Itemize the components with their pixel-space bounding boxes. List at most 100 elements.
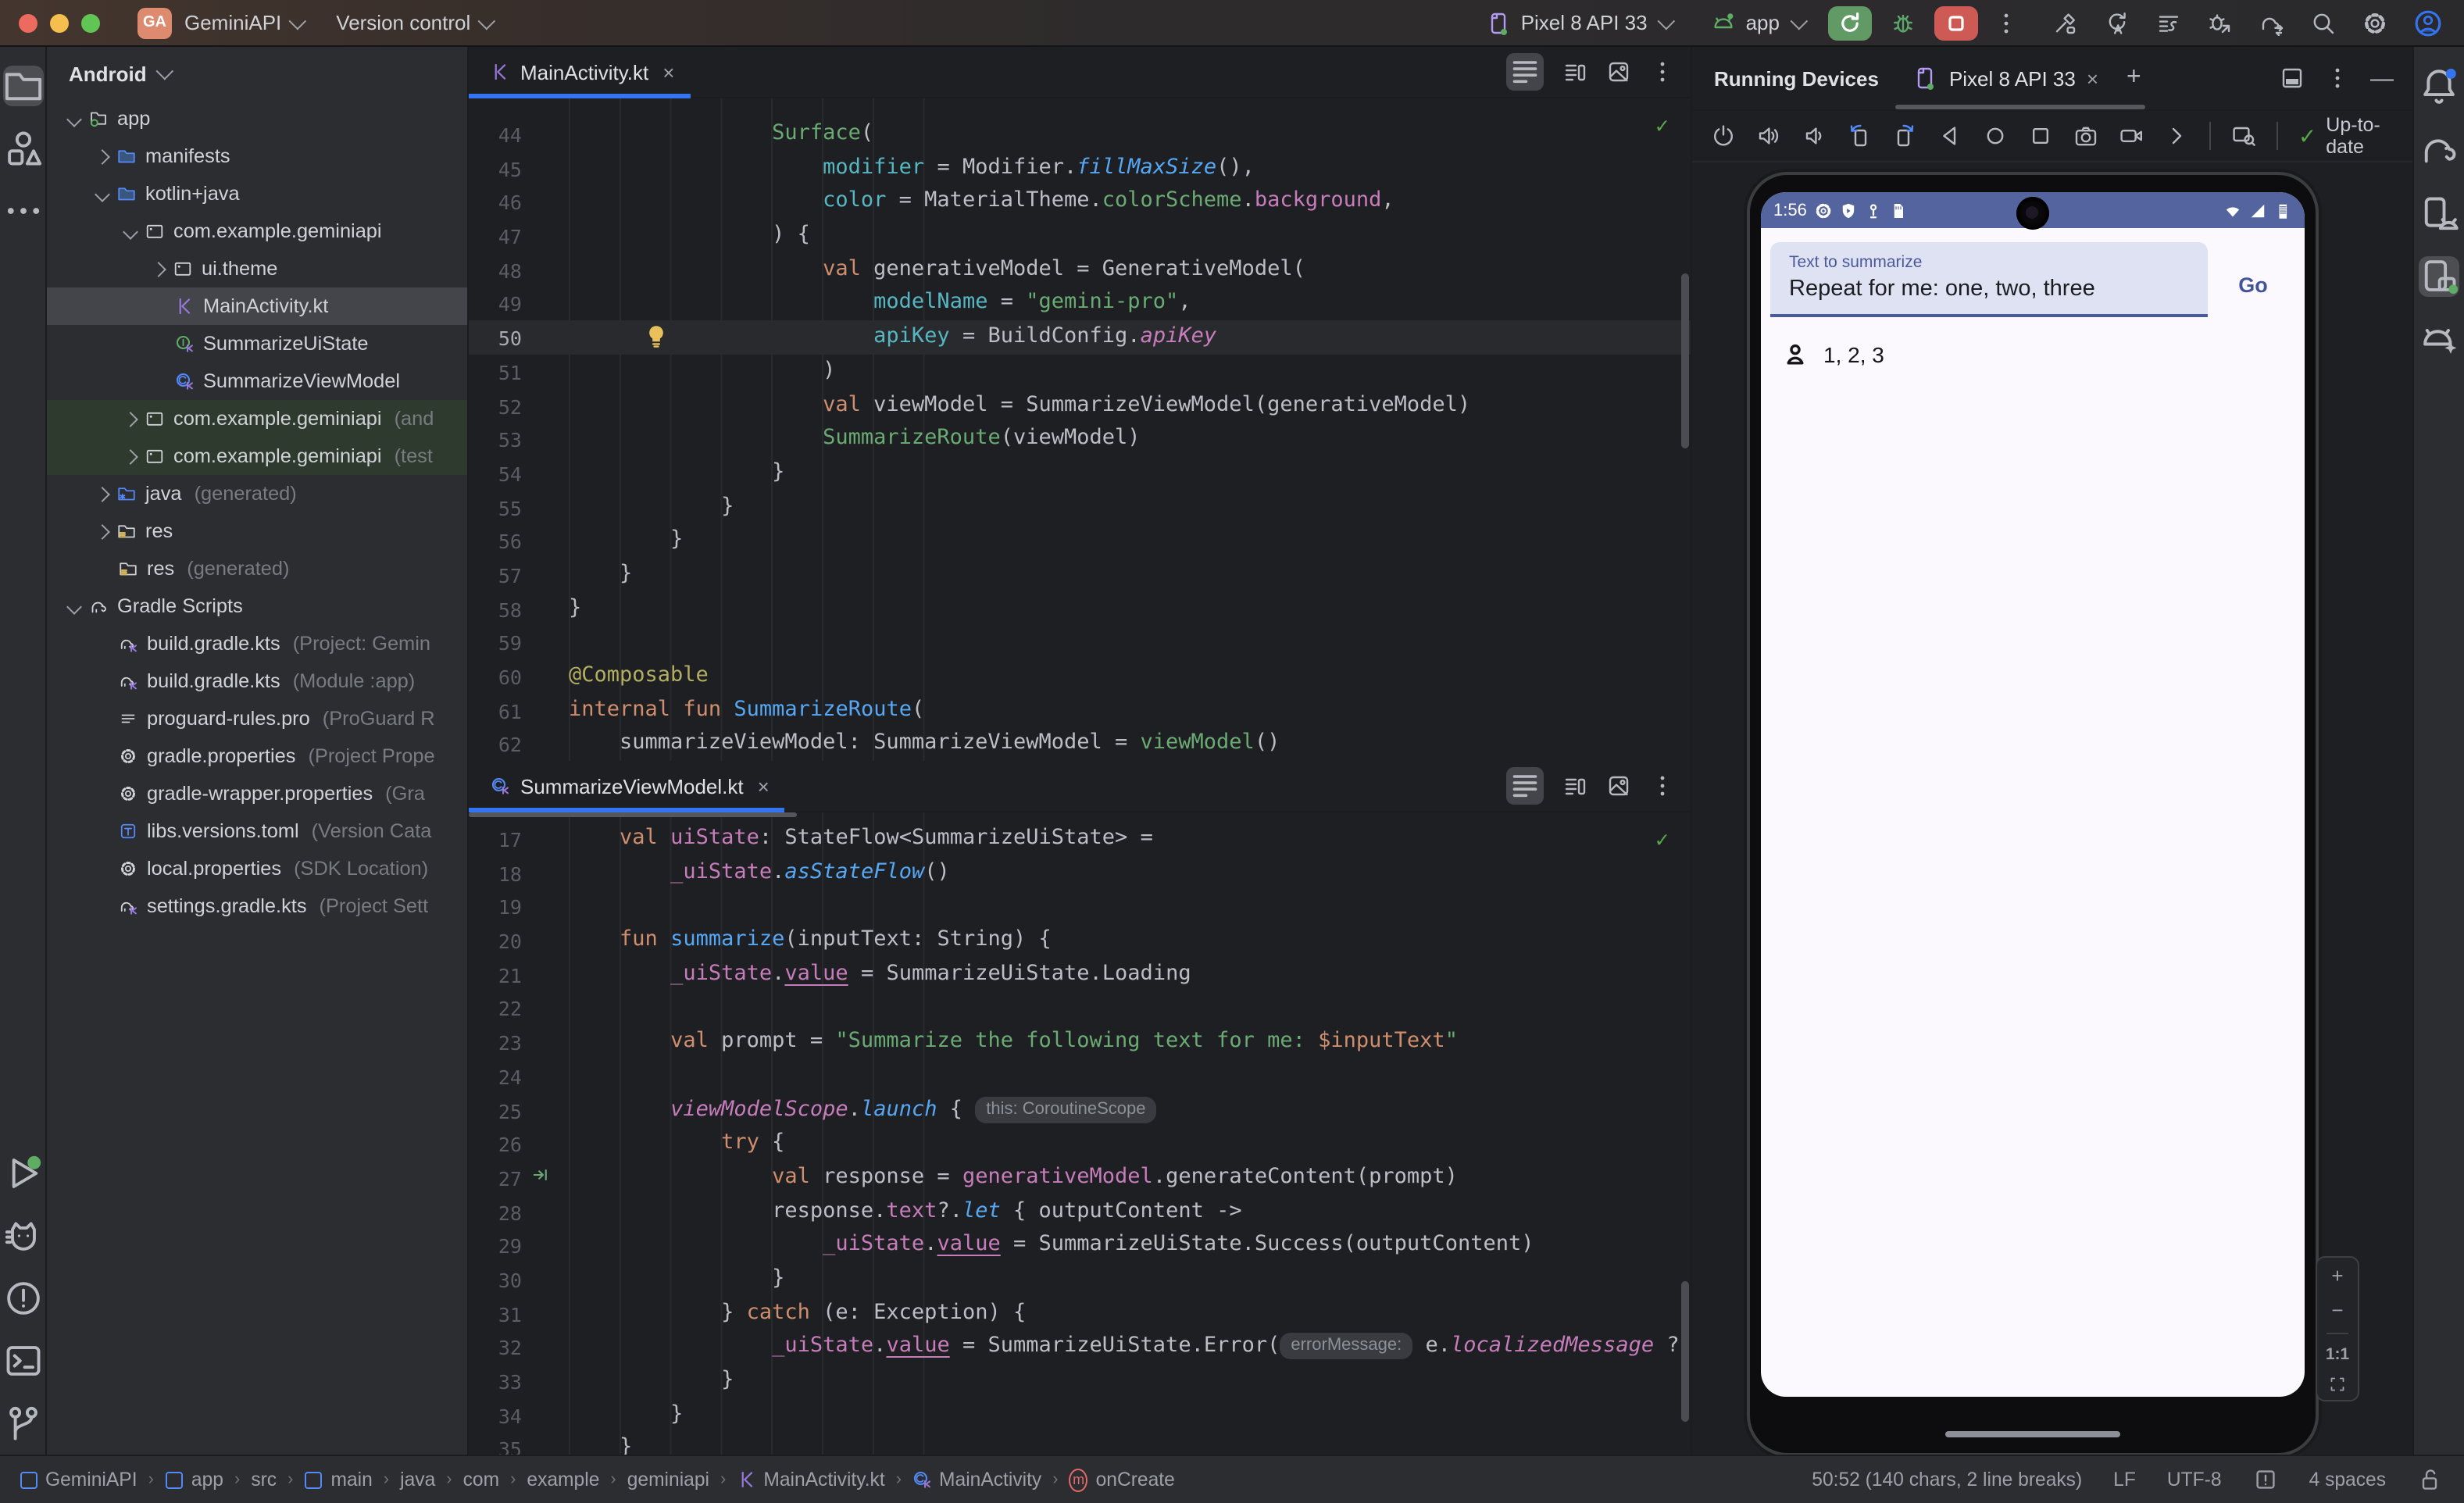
code-line[interactable]: 58}	[469, 591, 1691, 625]
editor-scrollbar[interactable]	[1681, 273, 1689, 448]
breadcrumb-item[interactable]: src	[251, 1469, 277, 1491]
tree-item[interactable]: java(generated)	[47, 475, 467, 512]
breadcrumb-item[interactable]: java	[400, 1469, 435, 1491]
breadcrumb-item[interactable]: geminiapi	[627, 1469, 709, 1491]
code-line[interactable]: 50 apiKey = BuildConfig.apiKey	[469, 320, 1691, 354]
run-configuration-selector[interactable]: app	[1712, 10, 1803, 35]
home-icon[interactable]	[1983, 123, 2008, 148]
chevron-down-icon[interactable]	[66, 111, 82, 127]
code-line[interactable]: 45 modifier = Modifier.fillMaxSize(),	[469, 151, 1691, 184]
macos-minimize-button[interactable]	[50, 13, 69, 32]
stripe-device-manager[interactable]	[2419, 194, 2459, 234]
inspections-ok-icon[interactable]: ✓	[1655, 111, 1669, 145]
attach-debugger-icon[interactable]	[2208, 10, 2233, 35]
editor-hscrollbar[interactable]	[469, 812, 797, 817]
tree-item[interactable]: com.example.geminiapi(test	[47, 437, 467, 475]
phone-screen[interactable]: 1:56 Text to summarize Repeat for me: on…	[1761, 192, 2305, 1397]
vol-down-icon[interactable]	[1802, 123, 1827, 148]
more-actions-kebab-icon[interactable]	[1994, 10, 2019, 35]
rerun-button[interactable]	[1828, 5, 1872, 40]
stripe-more-dots[interactable]	[2, 191, 43, 231]
code-line[interactable]: 60@Composable	[469, 659, 1691, 693]
code-line[interactable]: 22	[469, 991, 1691, 1025]
rotate-right-icon[interactable]	[1892, 123, 1917, 148]
tree-item[interactable]: local.properties(SDK Location)	[47, 850, 467, 887]
chevron-right-icon[interactable]	[2164, 123, 2189, 148]
code-editor-summarizeviewmodel[interactable]: ✓ 17 val uiState: StateFlow<SummarizeUiS…	[469, 812, 1691, 1455]
device-selector[interactable]: Pixel 8 API 33	[1487, 10, 1671, 35]
screen-search-icon[interactable]	[2231, 123, 2256, 148]
gradle-sync-icon[interactable]	[2259, 10, 2284, 35]
tree-item[interactable]: Gradle Scripts	[47, 587, 467, 625]
status-widget[interactable]: UTF-8	[2167, 1469, 2222, 1491]
breadcrumb-item[interactable]: main	[304, 1469, 372, 1491]
tree-item[interactable]: gradle.properties(Project Prope	[47, 737, 467, 775]
chevron-right-icon[interactable]	[95, 148, 110, 164]
code-line[interactable]: 52 val viewModel = SummarizeViewModel(ge…	[469, 388, 1691, 422]
code-line[interactable]: 30 }	[469, 1262, 1691, 1296]
vol-up-icon[interactable]	[1756, 123, 1781, 148]
back-icon[interactable]	[1937, 123, 1962, 148]
hide-panel-button[interactable]: —	[2370, 65, 2394, 91]
code-line[interactable]: 46 color = MaterialTheme.colorScheme.bac…	[469, 185, 1691, 219]
editor-scrollbar[interactable]	[1681, 1281, 1689, 1422]
record-icon[interactable]	[2119, 123, 2144, 148]
code-line[interactable]: 48 val generativeModel = GenerativeModel…	[469, 253, 1691, 287]
breadcrumb-item[interactable]: MainActivity.kt	[737, 1469, 884, 1491]
code-line[interactable]: 24	[469, 1059, 1691, 1093]
code-line[interactable]: 51 )	[469, 355, 1691, 388]
breadcrumb-item[interactable]: GeminiAPI	[19, 1469, 137, 1491]
chevron-down-icon[interactable]	[66, 598, 82, 614]
run-to-cursor-icon[interactable]	[531, 1166, 550, 1184]
list-view-icon[interactable]	[1506, 53, 1544, 91]
search-icon[interactable]	[2311, 10, 2336, 35]
code-line[interactable]: 17 val uiState: StateFlow<SummarizeUiSta…	[469, 822, 1691, 855]
list-view-icon[interactable]	[1506, 767, 1544, 805]
chevron-right-icon[interactable]	[95, 486, 110, 502]
code-line[interactable]: 21 _uiState.value = SummarizeUiState.Loa…	[469, 958, 1691, 991]
preview-icon[interactable]	[1606, 773, 1631, 798]
hammer-icon[interactable]	[2053, 10, 2078, 35]
tree-item[interactable]: libs.versions.toml(Version Cata	[47, 812, 467, 850]
chevron-down-icon[interactable]	[123, 223, 138, 239]
version-control-menu[interactable]: Version control	[336, 11, 491, 34]
tree-item[interactable]: ui.theme	[47, 250, 467, 287]
stripe-terminal[interactable]	[2, 1341, 43, 1381]
tree-item[interactable]: settings.gradle.kts(Project Sett	[47, 887, 467, 925]
zoom-out-button[interactable]: −	[2331, 1298, 2343, 1322]
code-line[interactable]: 31 } catch (e: Exception) {	[469, 1296, 1691, 1330]
code-line[interactable]: 62 summarizeViewModel: SummarizeViewMode…	[469, 727, 1691, 761]
rotate-left-icon[interactable]	[1847, 123, 1872, 148]
profiler-icon[interactable]	[2156, 10, 2181, 35]
settings-icon[interactable]	[2362, 10, 2387, 35]
preview-icon[interactable]	[1606, 59, 1631, 84]
tree-item[interactable]: app	[47, 100, 467, 137]
project-view-mode-selector[interactable]: Android	[47, 47, 467, 100]
status-widget[interactable]: 50:52 (140 chars, 2 line breaks)	[1812, 1469, 2082, 1491]
more-options-kebab-icon[interactable]	[2325, 66, 2350, 91]
stripe-resource-manager[interactable]	[2, 128, 43, 169]
code-line[interactable]: 27 val response = generativeModel.genera…	[469, 1161, 1691, 1194]
tree-item[interactable]: gradle-wrapper.properties(Gra	[47, 775, 467, 812]
tree-item[interactable]: build.gradle.kts(Module :app)	[47, 662, 467, 700]
code-editor-mainactivity[interactable]: ✓ 44 Surface(45 modifier = Modifier.fill…	[469, 98, 1691, 761]
chevron-right-icon[interactable]	[151, 261, 166, 277]
code-line[interactable]: 44 Surface(	[469, 117, 1691, 151]
device-tab[interactable]: Pixel 8 API 33 ×	[1913, 66, 2098, 91]
stripe-logcat[interactable]	[2, 1216, 43, 1256]
stripe-running-devices[interactable]	[2419, 256, 2459, 297]
macos-close-button[interactable]	[19, 13, 37, 32]
code-line[interactable]: 33 }	[469, 1364, 1691, 1398]
go-button[interactable]: Go	[2214, 242, 2292, 297]
tree-item[interactable]: build.gradle.kts(Project: Gemin	[47, 625, 467, 662]
breadcrumb-item[interactable]: app	[165, 1469, 223, 1491]
kebab-icon[interactable]	[1650, 773, 1675, 798]
code-line[interactable]: 34 }	[469, 1398, 1691, 1431]
code-line[interactable]: 61internal fun SummarizeRoute(	[469, 693, 1691, 727]
code-line[interactable]: 57 }	[469, 558, 1691, 591]
warning-icon[interactable]	[2253, 1467, 2278, 1492]
tree-item[interactable]: MainActivity.kt	[47, 287, 467, 325]
code-line[interactable]: 55 }	[469, 490, 1691, 523]
stripe-gemini[interactable]	[2419, 319, 2459, 359]
power-icon[interactable]	[1711, 123, 1736, 148]
